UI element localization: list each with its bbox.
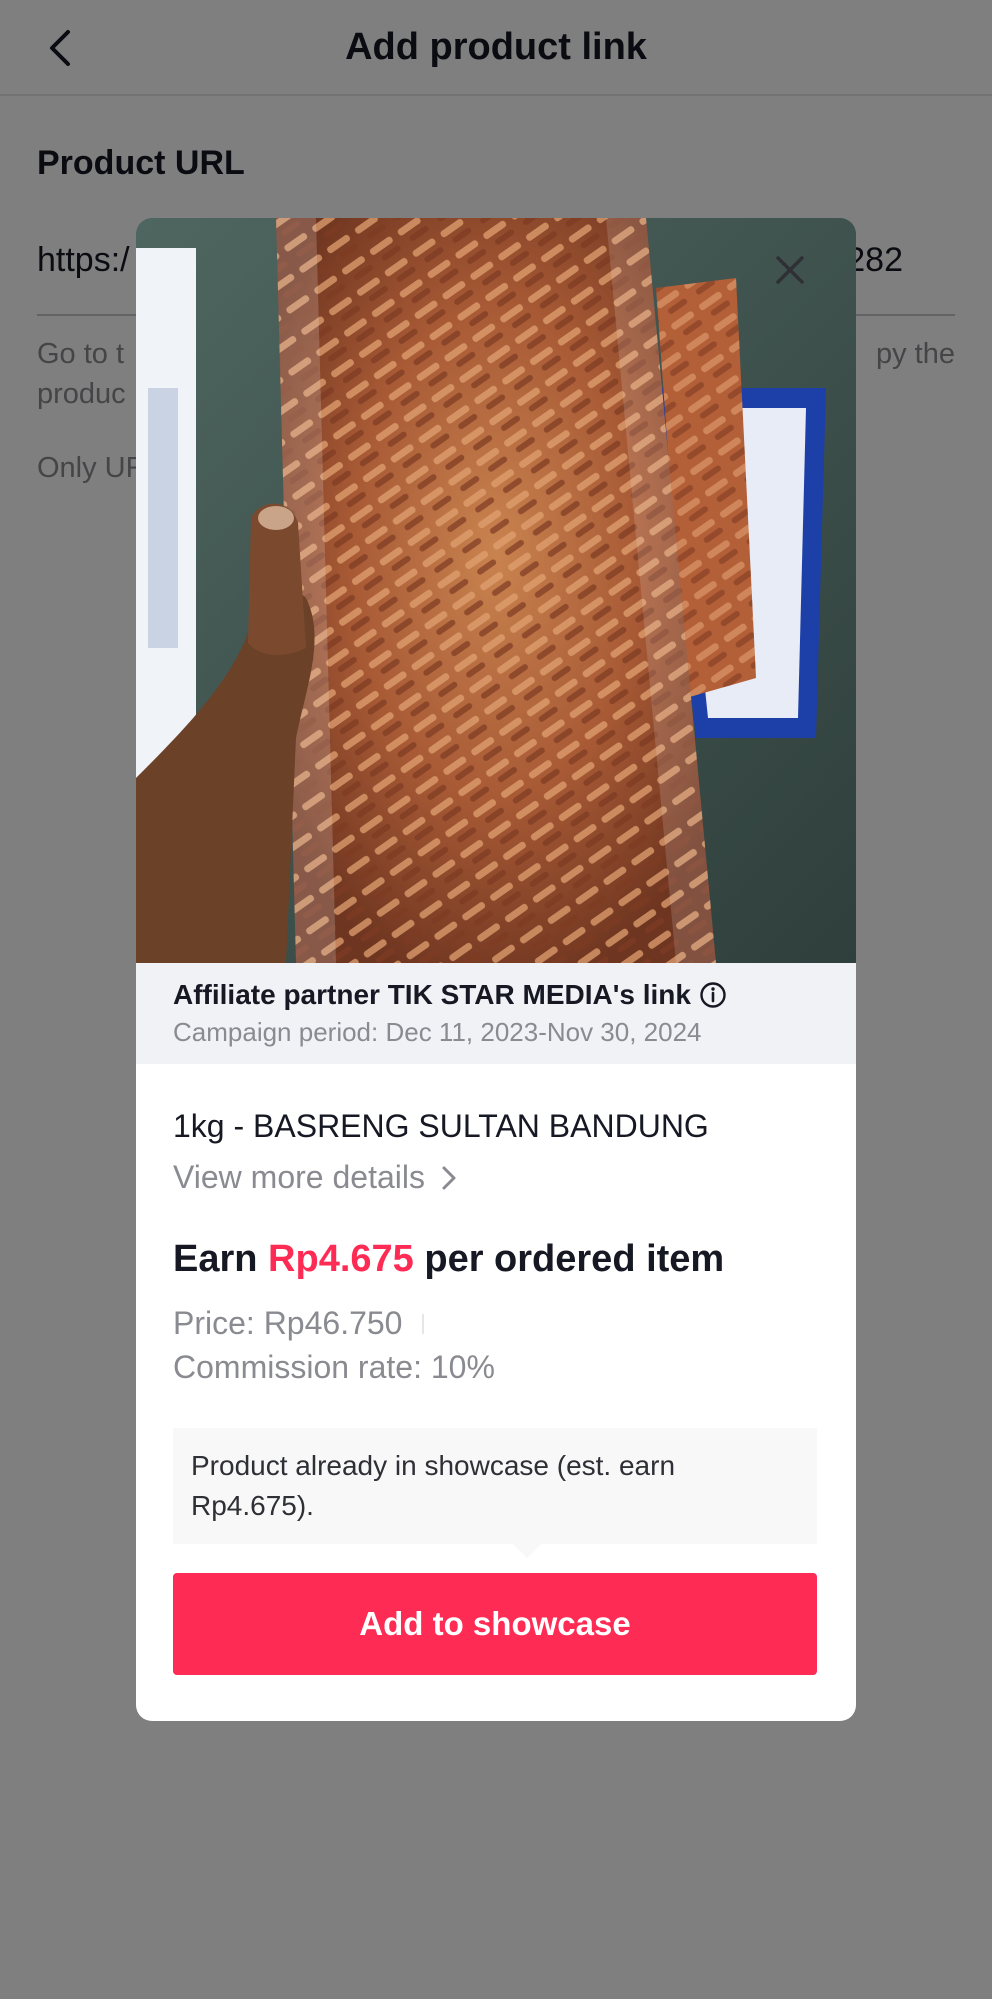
notice-pointer bbox=[513, 1544, 541, 1558]
divider bbox=[422, 1313, 425, 1334]
affiliate-banner: Affiliate partner TIK STAR MEDIA's link … bbox=[136, 963, 856, 1064]
earn-amount: Rp4.675 bbox=[268, 1238, 414, 1280]
details-link-label: View more details bbox=[173, 1159, 425, 1195]
info-icon[interactable] bbox=[699, 981, 727, 1009]
earn-suffix: per ordered item bbox=[424, 1238, 725, 1280]
campaign-period: Campaign period: Dec 11, 2023-Nov 30, 20… bbox=[173, 1017, 702, 1047]
close-button[interactable] bbox=[766, 246, 814, 294]
price: Price: Rp46.750 bbox=[173, 1305, 403, 1341]
add-to-showcase-button[interactable]: Add to showcase bbox=[173, 1573, 817, 1675]
notice-text: Product already in showcase (est. earn R… bbox=[191, 1450, 676, 1521]
showcase-notice: Product already in showcase (est. earn R… bbox=[173, 1428, 817, 1558]
price-row: Price: Rp46.750 bbox=[173, 1305, 425, 1342]
view-more-details-link[interactable]: View more details bbox=[173, 1159, 459, 1196]
affiliate-title: Affiliate partner TIK STAR MEDIA's link bbox=[173, 979, 691, 1010]
product-photo bbox=[136, 218, 856, 963]
product-link-modal: Affiliate partner TIK STAR MEDIA's link … bbox=[136, 218, 856, 1721]
affiliate-title-row: Affiliate partner TIK STAR MEDIA's link bbox=[173, 979, 819, 1011]
earn-prefix: Earn bbox=[173, 1238, 258, 1280]
product-image bbox=[136, 218, 856, 963]
commission-rate: Commission rate: 10% bbox=[173, 1349, 495, 1385]
earn-line: Earn Rp4.675 per ordered item bbox=[173, 1238, 724, 1281]
close-icon bbox=[776, 256, 804, 284]
chevron-right-icon bbox=[442, 1166, 456, 1189]
product-name: 1kg - BASRENG SULTAN BANDUNG bbox=[173, 1108, 709, 1144]
